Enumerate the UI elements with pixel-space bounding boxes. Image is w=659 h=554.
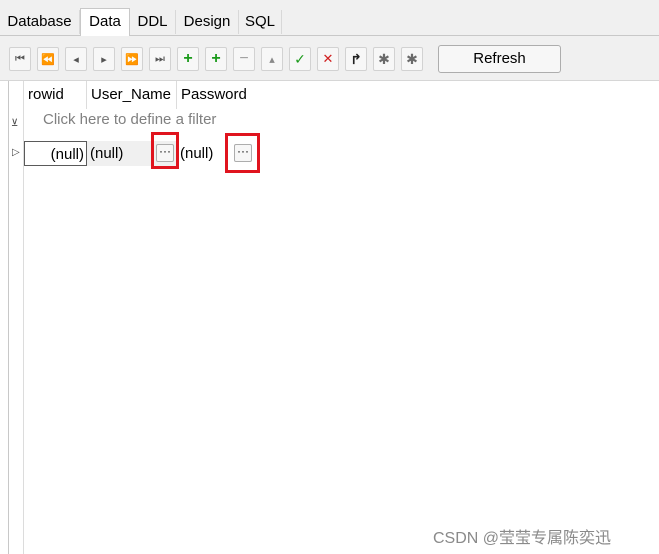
- refresh-button[interactable]: Refresh: [438, 45, 561, 73]
- check-icon: ✓: [294, 50, 306, 67]
- next-page-icon: ⏩: [125, 53, 139, 66]
- prior-page-button[interactable]: ⏪: [37, 47, 59, 71]
- set-null-button[interactable]: ✱: [373, 47, 395, 71]
- asterisk-icon: ✱: [378, 50, 390, 67]
- highlight-box-password: [225, 133, 260, 173]
- tab-design[interactable]: Design: [176, 10, 239, 34]
- delete-record-button[interactable]: −: [233, 47, 255, 71]
- prior-record-icon: ◂: [73, 53, 79, 66]
- column-header-rowid[interactable]: rowid: [24, 81, 87, 109]
- tab-data[interactable]: Data: [80, 8, 130, 36]
- close-icon: ✕: [322, 51, 334, 66]
- tab-sql[interactable]: SQL: [239, 10, 282, 34]
- last-record-button[interactable]: ⏭: [149, 47, 171, 71]
- first-record-button[interactable]: ⏮: [9, 47, 31, 71]
- filter-icon: ⊻: [11, 118, 19, 129]
- navigator-toolbar: ⏮ ⏪ ◂ ▸ ⏩ ⏭ + + − ▴ ✓ ✕ ↱ ✱ ✱ Refresh: [0, 36, 659, 81]
- asterisk-alt-icon: ✱: [406, 50, 418, 67]
- column-header-user-name[interactable]: User_Name: [87, 81, 177, 109]
- cell-rowid[interactable]: (null): [24, 141, 87, 166]
- plus-append-icon: +: [211, 50, 221, 67]
- triangle-up-icon: ▴: [269, 53, 275, 66]
- tab-bar: Database Data DDL Design SQL: [0, 8, 659, 36]
- next-page-button[interactable]: ⏩: [121, 47, 143, 71]
- tab-database[interactable]: Database: [0, 10, 80, 34]
- minus-icon: −: [239, 50, 249, 67]
- prior-page-icon: ⏪: [41, 53, 55, 66]
- column-header-password[interactable]: Password: [177, 81, 267, 109]
- tab-ddl[interactable]: DDL: [130, 10, 176, 34]
- window-top-strip: [0, 0, 659, 8]
- current-row-indicator-icon: ▷: [12, 147, 20, 158]
- cancel-edit-button[interactable]: ✕: [317, 47, 339, 71]
- post-edit-button[interactable]: ✓: [289, 47, 311, 71]
- refresh-data-button[interactable]: ↱: [345, 47, 367, 71]
- next-record-button[interactable]: ▸: [93, 47, 115, 71]
- edit-record-button[interactable]: ▴: [261, 47, 283, 71]
- insert-record-button[interactable]: +: [177, 47, 199, 71]
- next-record-icon: ▸: [101, 53, 107, 66]
- plus-icon: +: [183, 50, 193, 67]
- data-grid: rowid User_Name Password ⊻ Click here to…: [8, 81, 659, 554]
- filter-row[interactable]: Click here to define a filter: [23, 109, 263, 131]
- watermark: CSDN @莹莹专属陈奕迅: [433, 530, 612, 547]
- first-record-icon: ⏮: [15, 52, 25, 65]
- redo-arrow-icon: ↱: [350, 50, 362, 67]
- set-default-button[interactable]: ✱: [401, 47, 423, 71]
- prior-record-button[interactable]: ◂: [65, 47, 87, 71]
- highlight-box-user-name: [151, 132, 179, 169]
- last-record-icon: ⏭: [155, 52, 165, 65]
- append-record-button[interactable]: +: [205, 47, 227, 71]
